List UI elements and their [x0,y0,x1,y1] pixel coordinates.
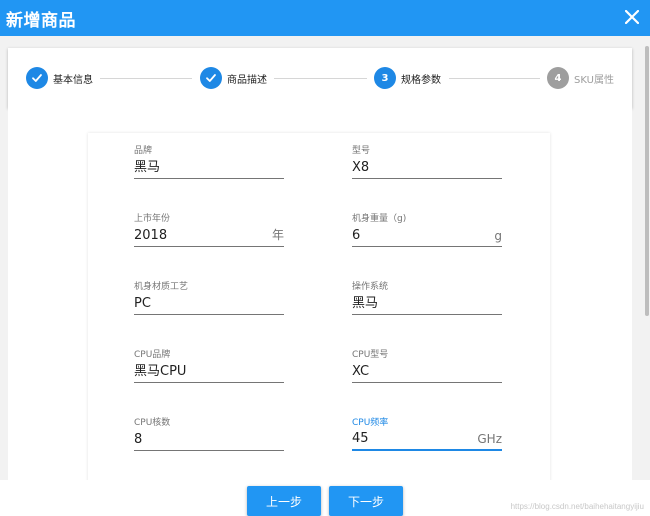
field-weight: 机身重量（g) 6 g [352,213,502,247]
field-value: 8 [134,432,143,447]
weight-input[interactable]: 6 g [352,225,502,247]
field-suffix: g [494,229,502,243]
step-label: 基本信息 [53,74,93,86]
scrollbar-thumb[interactable] [645,46,649,316]
field-value: 2018 [134,228,168,243]
close-icon [625,10,639,24]
dialog-body: 基本信息 商品描述 3 规格参数 4 SKU属性 品牌 黑马 型号 X8 上市年… [0,36,650,480]
step-check-icon [26,67,48,89]
step-label: SKU属性 [574,74,614,86]
field-value: PC [134,296,151,311]
field-cpu-brand: CPU品牌 黑马CPU [134,349,284,383]
brand-input[interactable]: 黑马 [134,157,284,179]
field-value: 45 [352,431,369,446]
field-year: 上市年份 2018 年 [134,213,284,247]
field-label: 机身重量（g) [352,214,407,224]
field-suffix: 年 [271,228,284,242]
step-sku[interactable]: 4 SKU属性 [547,67,614,89]
step-description[interactable]: 商品描述 [200,67,267,89]
field-label: 机身材质工艺 [134,282,189,292]
cpu-freq-input[interactable]: 45 GHz [352,429,502,451]
step-connector [274,78,367,79]
field-label: CPU型号 [352,350,389,360]
cpu-model-input[interactable]: XC [352,361,502,383]
field-label: 上市年份 [134,214,171,224]
year-input[interactable]: 2018 年 [134,225,284,247]
field-label: 型号 [352,146,371,156]
cpu-brand-input[interactable]: 黑马CPU [134,361,284,383]
field-value: 黑马 [352,296,379,311]
watermark: https://blog.csdn.net/baihehaitangyijiu [510,502,644,511]
step-spec-params[interactable]: 3 规格参数 [374,67,441,89]
field-value: 6 [352,228,361,243]
field-label: CPU频率 [352,418,389,428]
field-value: 黑马CPU [134,364,187,379]
field-cpu-model: CPU型号 XC [352,349,502,383]
step-number: 3 [374,67,396,89]
field-model: 型号 X8 [352,145,502,179]
dialog-title: 新增商品 [6,10,76,31]
content-area: 品牌 黑马 型号 X8 上市年份 2018 年 机身重量（g) 6 g 机身材质… [8,108,632,480]
spec-form: 品牌 黑马 型号 X8 上市年份 2018 年 机身重量（g) 6 g 机身材质… [88,133,550,480]
stepper: 基本信息 商品描述 3 规格参数 4 SKU属性 [8,48,632,108]
field-material: 机身材质工艺 PC [134,281,284,315]
scrollbar[interactable] [644,36,650,480]
field-value: XC [352,364,370,379]
close-button[interactable] [620,5,644,29]
material-input[interactable]: PC [134,293,284,315]
field-value: 黑马 [134,160,161,175]
dialog-header: 新增商品 [0,0,650,36]
next-step-button[interactable]: 下一步 [329,486,403,516]
field-cpu-freq: CPU频率 45 GHz [352,417,502,451]
field-suffix: GHz [477,432,502,446]
step-label: 规格参数 [401,74,441,86]
field-value: X8 [352,160,370,175]
step-check-icon [200,67,222,89]
step-label: 商品描述 [227,74,267,86]
field-cpu-cores: CPU核数 8 [134,417,284,451]
prev-step-button[interactable]: 上一步 [247,486,321,516]
model-input[interactable]: X8 [352,157,502,179]
os-input[interactable]: 黑马 [352,293,502,315]
cpu-cores-input[interactable]: 8 [134,429,284,451]
step-connector [100,78,192,79]
field-os: 操作系统 黑马 [352,281,502,315]
field-brand: 品牌 黑马 [134,145,284,179]
step-number: 4 [547,67,569,89]
field-label: CPU核数 [134,418,171,428]
step-basic-info[interactable]: 基本信息 [26,67,93,89]
step-connector [449,78,540,79]
